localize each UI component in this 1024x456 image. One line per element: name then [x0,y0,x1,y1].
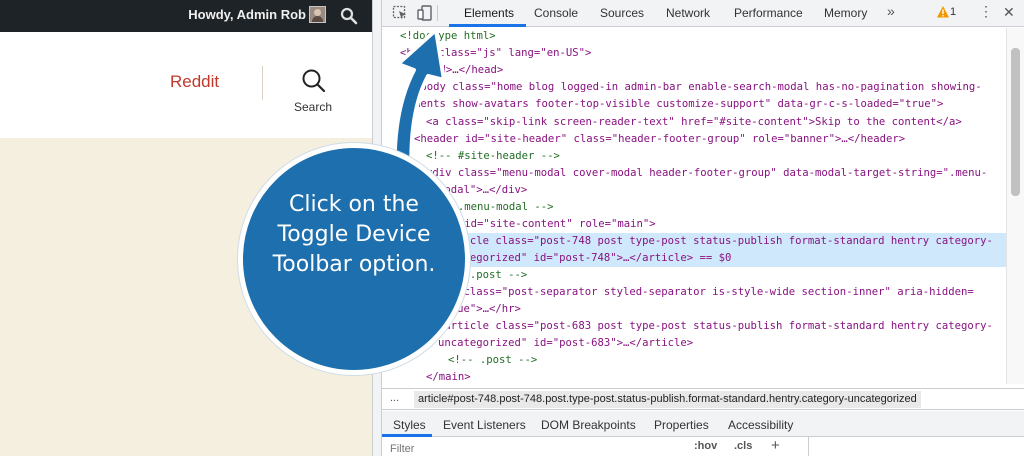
dom-line[interactable]: <hr class="post-separator styled-separat… [382,284,1006,301]
dom-line[interactable]: <!-- .menu-modal --> [382,199,1006,216]
devtools-toolbar: Elements Console Sources Network Perform… [382,0,1024,27]
callout-bubble: Click on the Toggle Device Toolbar optio… [238,143,470,375]
active-tab-indicator [449,24,526,27]
admin-greeting[interactable]: Howdy, Admin Rob [188,7,306,22]
dom-line[interactable]: <!-- .post --> [382,352,1006,369]
breadcrumb-ellipsis[interactable]: ... [390,392,399,404]
dom-line[interactable]: <a class="skip-link screen-reader-text" … [382,114,1006,131]
dom-line[interactable]: <body class="home blog logged-in admin-b… [382,79,1006,96]
tab-memory[interactable]: Memory [824,6,867,20]
pane-divider [808,437,809,456]
styles-filter-bar: :hov .cls + [382,437,1024,456]
dom-line-selected[interactable]: <article class="post-748 post type-post … [382,233,1006,250]
search-label[interactable]: Search [294,100,332,114]
site-header: Reddit Search [0,32,372,138]
hov-toggle[interactable]: :hov [694,440,717,452]
header-divider [262,66,263,100]
close-icon[interactable]: ✕ [1003,4,1015,21]
callout-line: Click on the [289,192,419,217]
dom-scrollbar[interactable] [1006,28,1024,384]
dom-line[interactable]: modal">…</div> [382,182,1006,199]
callout-line: Toggle Device [277,222,431,247]
dom-line[interactable]: <!-- .post --> [382,267,1006,284]
tab-sources[interactable]: Sources [600,6,644,20]
callout-line: Toolbar option. [272,252,436,277]
tab-performance[interactable]: Performance [734,6,803,20]
dom-line[interactable]: "true">…</hr> [382,301,1006,318]
inspect-element-icon[interactable] [392,5,408,21]
avatar[interactable] [309,6,326,23]
tab-dom-breakpoints[interactable]: DOM Breakpoints [541,418,636,432]
tab-console[interactable]: Console [534,6,578,20]
tab-elements[interactable]: Elements [464,6,514,20]
dom-tree: <!doctype html> <html class="js" lang="e… [382,28,1006,384]
more-options-icon[interactable]: ⋮ [979,3,993,20]
dom-line[interactable]: <header id="site-header" class="header-f… [382,131,1006,148]
tab-properties[interactable]: Properties [654,418,709,432]
dom-line[interactable]: <main id="site-content" role="main"> [382,216,1006,233]
dom-line[interactable]: uncategorized" id="post-683">…</article> [382,335,1006,352]
tab-accessibility[interactable]: Accessibility [728,418,793,432]
scroll-thumb[interactable] [1011,48,1020,196]
dom-line[interactable]: </main> [382,369,1006,384]
search-icon[interactable] [340,7,358,25]
dom-line[interactable]: <!-- #site-header --> [382,148,1006,165]
dom-line[interactable]: ments show-avatars footer-top-visible cu… [382,96,1006,113]
search-icon[interactable] [301,68,326,93]
tab-event-listeners[interactable]: Event Listeners [443,418,526,432]
toggle-device-toolbar-icon[interactable] [417,5,433,21]
dom-line[interactable]: <div class="menu-modal cover-modal heade… [382,165,1006,182]
toolbar-separator [437,5,438,21]
dom-line[interactable]: <article class="post-683 post type-post … [382,318,1006,335]
filter-input[interactable] [390,441,670,456]
dom-line-selected[interactable]: uncategorized" id="post-748">…</article>… [382,250,1006,267]
dom-line[interactable]: <head>…</head> [382,62,1006,79]
dom-line[interactable]: <html class="js" lang="en-US"> [382,45,1006,62]
warning-count[interactable]: 1 [950,6,956,18]
tab-network[interactable]: Network [666,6,710,20]
nav-link-reddit[interactable]: Reddit [170,72,219,92]
devtools-panel: Elements Console Sources Network Perform… [382,0,1024,456]
wp-admin-bar: Howdy, Admin Rob [0,0,372,32]
breadcrumb-item[interactable]: article#post-748.post-748.post.type-post… [414,391,921,408]
dom-line[interactable]: <!doctype html> [382,28,1006,45]
warning-icon[interactable] [936,5,950,19]
callout-text: Click on the Toggle Device Toolbar optio… [253,190,455,280]
cls-toggle[interactable]: .cls [734,440,752,452]
more-tabs-button[interactable]: » [887,3,895,19]
tab-styles[interactable]: Styles [393,418,426,432]
breadcrumb: ... article#post-748.post-748.post.type-… [382,388,1024,410]
new-style-rule-button[interactable]: + [771,437,780,454]
styles-subtabs: Styles Event Listeners DOM Breakpoints P… [382,411,1024,437]
